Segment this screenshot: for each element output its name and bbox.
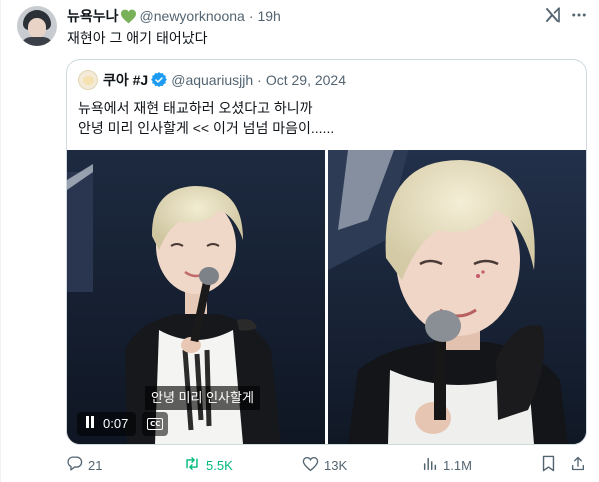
quoted-text-line: 안녕 미리 인사할게 << 이거 넘넘 마음이...... bbox=[78, 120, 335, 136]
tweet-time[interactable]: 19h bbox=[257, 8, 280, 24]
video-player[interactable]: 안녕 미리 인사할게 0:07 CC bbox=[67, 150, 325, 444]
grok-icon bbox=[544, 6, 562, 29]
like-icon bbox=[302, 456, 319, 475]
more-icon bbox=[570, 6, 588, 29]
timeline-divider bbox=[0, 0, 1, 482]
video-time: 0:07 bbox=[103, 412, 137, 436]
repost-icon bbox=[183, 455, 201, 475]
reply-icon bbox=[66, 455, 83, 475]
separator-dot: · bbox=[257, 72, 262, 88]
tweet-header: 뉴욕누나 @newyorknoona · 19h bbox=[67, 6, 281, 26]
share-button[interactable] bbox=[570, 455, 586, 475]
quoted-header: 쿠아 #J @aquariusjjh · Oct 29, 2024 bbox=[78, 70, 346, 90]
author-handle[interactable]: @newyorknoona bbox=[140, 8, 245, 24]
cc-icon: CC bbox=[147, 418, 164, 430]
green-heart-icon bbox=[120, 9, 137, 24]
views-button[interactable]: 1.1M bbox=[422, 455, 472, 475]
views-count: 1.1M bbox=[443, 457, 472, 473]
grok-button[interactable] bbox=[540, 4, 566, 30]
author-name[interactable]: 뉴욕누나 bbox=[67, 6, 119, 26]
video-controls: 0:07 CC bbox=[77, 412, 169, 436]
verified-badge-icon bbox=[151, 72, 168, 88]
repost-count: 5.5K bbox=[206, 457, 233, 473]
pause-icon bbox=[85, 415, 95, 433]
bookmark-button[interactable] bbox=[541, 455, 556, 475]
bookmark-icon bbox=[541, 455, 556, 475]
separator-dot: · bbox=[248, 8, 254, 24]
photo-frame-image bbox=[328, 150, 586, 444]
author-avatar[interactable] bbox=[17, 6, 57, 46]
photo-image[interactable] bbox=[328, 150, 586, 444]
quoted-text-line: 뉴욕에서 재현 태교하러 오셨다고 하니까 bbox=[78, 100, 313, 116]
like-count: 13K bbox=[324, 457, 348, 473]
captions-button[interactable]: CC bbox=[142, 412, 169, 436]
action-bar: 21 5.5K 13K 1.1M bbox=[0, 455, 599, 475]
like-button[interactable]: 13K bbox=[302, 455, 347, 475]
quoted-author-handle[interactable]: @aquariusjjh bbox=[171, 72, 253, 88]
quoted-tweet[interactable]: 쿠아 #J @aquariusjjh · Oct 29, 2024 뉴욕에서 재… bbox=[66, 59, 587, 445]
video-subtitle: 안녕 미리 인사할게 bbox=[145, 386, 260, 410]
more-button[interactable] bbox=[566, 4, 592, 30]
reply-button[interactable]: 21 bbox=[66, 455, 102, 475]
repost-button[interactable]: 5.5K bbox=[183, 455, 233, 475]
tweet-text: 재현아 그 애기 태어났다 bbox=[67, 30, 208, 46]
reply-count: 21 bbox=[88, 457, 103, 473]
quoted-author-name[interactable]: 쿠아 #J bbox=[103, 70, 148, 90]
quoted-date[interactable]: Oct 29, 2024 bbox=[266, 72, 346, 88]
share-icon bbox=[570, 455, 586, 475]
pause-button[interactable] bbox=[77, 412, 103, 436]
quoted-author-avatar[interactable] bbox=[78, 70, 98, 90]
views-icon bbox=[422, 456, 438, 475]
quoted-text: 뉴욕에서 재현 태교하러 오셨다고 하니까 안녕 미리 인사할게 << 이거 넘… bbox=[78, 98, 334, 138]
